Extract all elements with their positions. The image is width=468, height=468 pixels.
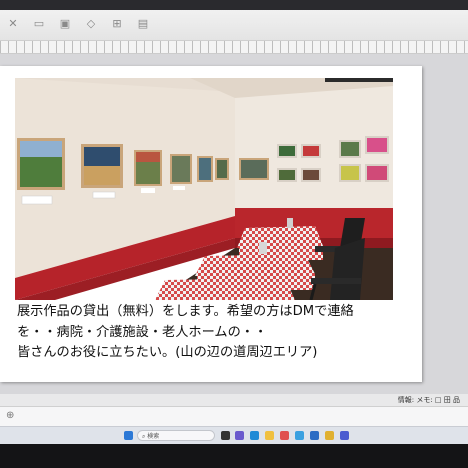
horizontal-ruler — [0, 41, 468, 54]
status-bar: 情報: メモ: □ 田 品 — [0, 394, 468, 406]
taskview-icon[interactable] — [221, 431, 230, 440]
shape-icon[interactable]: ◇ — [84, 18, 98, 30]
edge-icon[interactable] — [250, 431, 259, 440]
search-input[interactable]: ⌕ 検索 — [137, 430, 215, 441]
shuffle-icon[interactable]: ✕ — [6, 18, 20, 30]
status-right[interactable]: 情報: メモ: □ 田 品 — [398, 394, 460, 406]
caption-line-2: を・・病院・介護施設・老人ホームの・・ — [17, 324, 268, 340]
chrome-icon[interactable] — [325, 431, 334, 440]
app-toolbar: ✕ ▭ ▣ ◇ ⊞ ▤ — [0, 10, 468, 41]
slide-canvas[interactable]: 展示作品の貸出（無料）をします。希望の方はDMで連絡 を・・病院・介護施設・老人… — [0, 66, 422, 382]
mail-icon[interactable] — [310, 431, 319, 440]
caption-line-1: 展示作品の貸出（無料）をします。希望の方はDMで連絡 — [17, 304, 354, 319]
table-icon[interactable]: ▤ — [136, 18, 150, 30]
caption-line-3: 皆さんのお役に立ちたい。(山の辺の道周辺エリア) — [17, 345, 318, 360]
text-icon[interactable]: ⊞ — [110, 18, 124, 30]
chat-icon[interactable] — [235, 431, 244, 440]
app-icon[interactable] — [340, 431, 349, 440]
store-icon[interactable] — [280, 431, 289, 440]
photos-icon[interactable] — [295, 431, 304, 440]
monitor-bezel-bottom — [0, 444, 468, 468]
gallery-photo[interactable] — [15, 78, 393, 300]
search-placeholder: 検索 — [147, 433, 160, 440]
monitor-bezel-top — [0, 0, 468, 10]
slide-caption[interactable]: 展示作品の貸出（無料）をします。希望の方はDMで連絡 を・・病院・介護施設・老人… — [17, 302, 417, 364]
window-bottom-bar: ⊕ — [0, 406, 468, 427]
windows-icon[interactable] — [124, 431, 133, 440]
explorer-icon[interactable] — [265, 431, 274, 440]
taskbar: ⌕ 検索 — [0, 426, 468, 445]
image-icon[interactable]: ▣ — [58, 18, 72, 30]
globe-icon[interactable]: ⊕ — [6, 410, 14, 421]
insert-icon[interactable]: ▭ — [32, 18, 46, 30]
